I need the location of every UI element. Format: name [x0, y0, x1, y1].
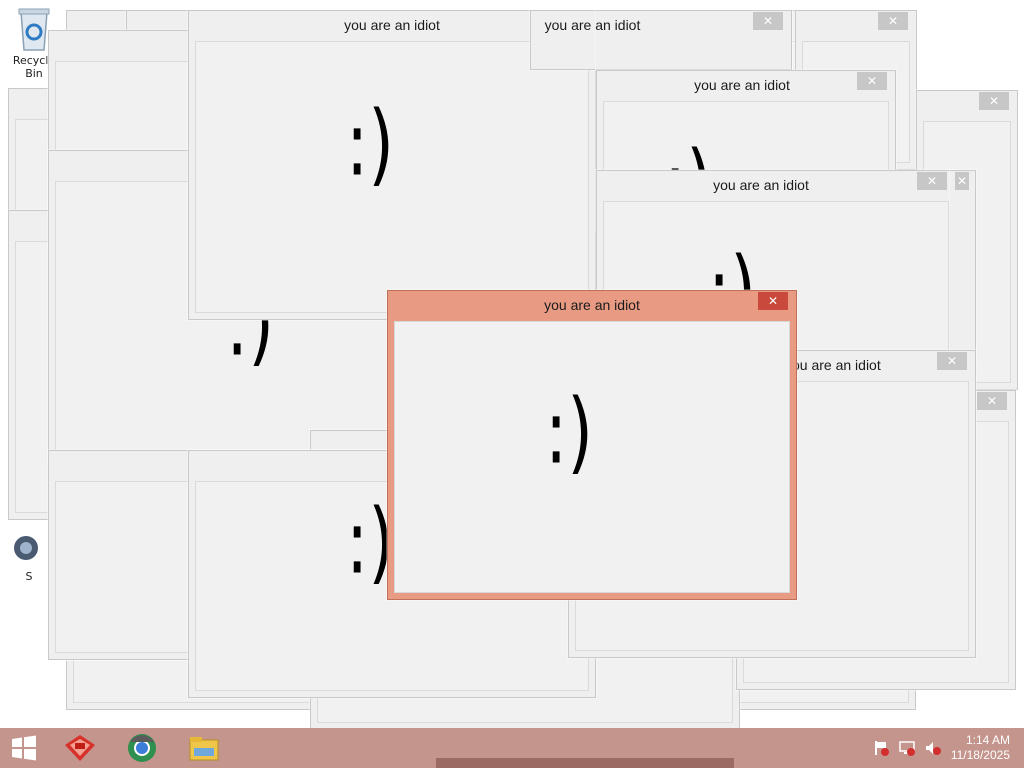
clock-time: 1:14 AM [965, 733, 1010, 747]
taskbar-app-firewall[interactable] [58, 732, 102, 764]
window-title: you are an idiot [694, 77, 790, 93]
close-icon[interactable]: ✕ [979, 92, 1009, 110]
taskbar-preview-strip [436, 758, 734, 768]
close-icon[interactable]: ✕ [977, 392, 1007, 410]
desktop: Recycle Bin S ✕ ✕ ✕ :) ✕ [0, 0, 1024, 728]
taskbar-app-file-explorer[interactable] [182, 732, 226, 764]
close-icon[interactable]: ✕ [955, 172, 969, 190]
window-title: you are an idiot [544, 17, 641, 33]
taskbar-clock[interactable]: 1:14 AM 11/18/2025 [951, 733, 1010, 763]
window-title: you are an idiot [785, 357, 881, 373]
close-icon[interactable]: ✕ [857, 72, 887, 90]
volume-muted-icon[interactable] [924, 739, 942, 757]
window-title: you are an idiot [544, 297, 640, 313]
start-button[interactable] [2, 732, 46, 764]
close-icon[interactable]: ✕ [917, 172, 947, 190]
shortcut-icon [14, 536, 38, 560]
windows-start-icon [12, 735, 36, 761]
window-client-area: :) [195, 41, 589, 313]
browser-icon [128, 734, 156, 762]
network-icon[interactable] [898, 739, 916, 757]
smiley-text: :) [346, 92, 394, 197]
clock-date: 11/18/2025 [950, 748, 1010, 762]
desktop-icon-label: S [25, 570, 33, 583]
popup-window-top-right-back-b[interactable]: you are an idiot ✕ [545, 10, 792, 70]
file-explorer-icon [189, 737, 219, 761]
desktop-icon-shortcut[interactable]: S [0, 530, 52, 583]
close-icon[interactable]: ✕ [878, 12, 908, 30]
close-button[interactable]: ✕ [758, 292, 788, 310]
popup-window-right-edge[interactable]: ✕ [950, 170, 976, 360]
smiley-text: :) [545, 380, 593, 485]
system-tray [872, 728, 942, 768]
window-client-area: :) [394, 321, 790, 593]
popup-window-active[interactable]: you are an idiot ✕ :) [387, 290, 797, 600]
taskbar-app-browser[interactable] [120, 732, 164, 764]
close-icon[interactable]: ✕ [753, 12, 783, 30]
window-title: you are an idiot [713, 177, 809, 193]
action-center-flag-icon[interactable] [872, 739, 890, 757]
firewall-app-icon [65, 735, 95, 761]
close-icon[interactable]: ✕ [937, 352, 967, 370]
